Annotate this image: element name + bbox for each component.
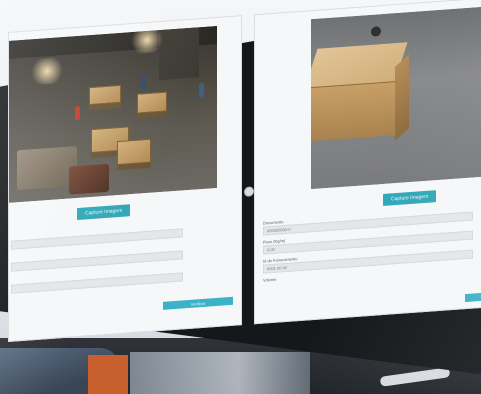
background-orange-object xyxy=(88,355,128,394)
left-submit-button[interactable]: Verificar xyxy=(163,296,233,310)
crate-side xyxy=(395,54,409,142)
left-form xyxy=(9,218,241,294)
cargo-box xyxy=(117,138,151,166)
right-submit-button[interactable] xyxy=(465,291,481,303)
ceiling-light xyxy=(29,56,65,86)
right-form: Documento Peso (Kg/m) Id do Fornecimento… xyxy=(261,205,481,283)
monitor-screen: Capture Imagem Verificar Capture Imagem … xyxy=(8,0,481,342)
floor-mark xyxy=(371,26,381,37)
worker xyxy=(141,75,146,90)
warehouse-camera-image xyxy=(9,25,217,203)
cargo-box xyxy=(137,91,167,114)
rack-shelf xyxy=(159,27,199,81)
worker xyxy=(75,105,80,121)
capture-image-button[interactable]: Capture Imagem xyxy=(383,190,437,206)
pallet xyxy=(117,162,151,171)
pallet xyxy=(137,111,167,119)
left-camera-feed xyxy=(9,25,217,203)
right-capture-panel: Capture Imagem Documento Peso (Kg/m) Id … xyxy=(254,0,481,325)
capture-image-button[interactable]: Capture Imagem xyxy=(77,204,131,221)
worker xyxy=(199,82,204,98)
background-metal-object xyxy=(130,352,310,394)
right-camera-feed xyxy=(311,6,481,190)
pallet xyxy=(89,102,121,111)
crate-camera-image xyxy=(311,6,481,190)
crate-front xyxy=(311,81,395,142)
left-capture-panel: Capture Imagem Verificar xyxy=(8,15,242,342)
debris-pile xyxy=(69,163,109,195)
circle-handle-icon[interactable] xyxy=(244,186,254,198)
debris-pile xyxy=(17,146,77,191)
cargo-box xyxy=(89,84,121,106)
ceiling-light xyxy=(129,25,165,55)
